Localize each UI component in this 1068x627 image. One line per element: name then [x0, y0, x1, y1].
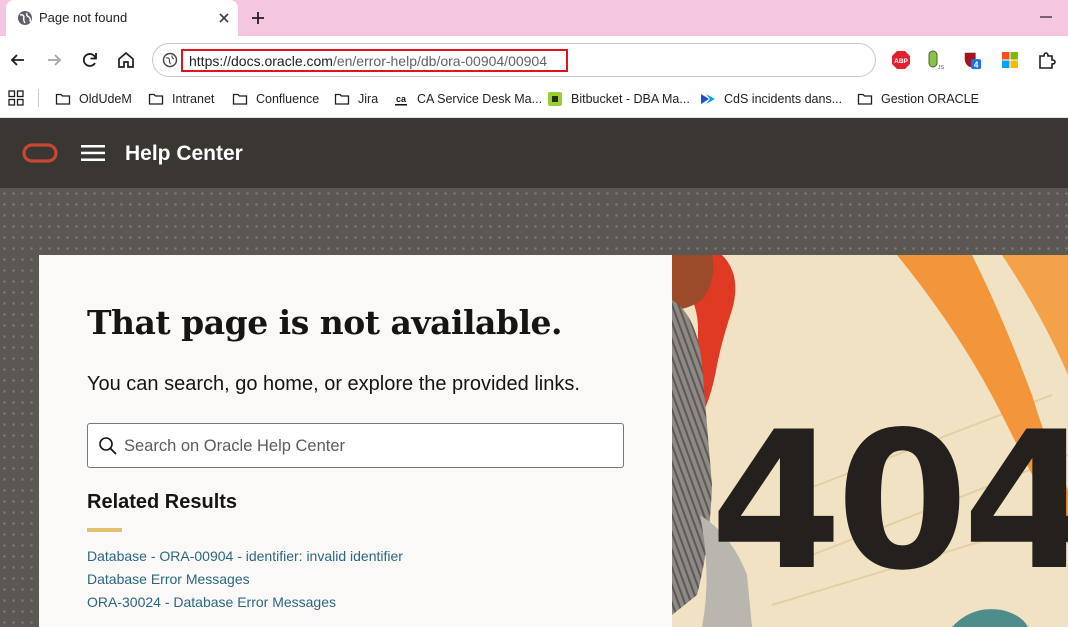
bookmark-label: OldUdeM: [79, 92, 132, 106]
bookmark-intranet[interactable]: Intranet: [148, 89, 214, 109]
svg-text:4: 4: [974, 60, 979, 69]
bookmarks-bar: OldUdeM Intranet Confluence Jira ca CA S…: [0, 84, 1068, 118]
search-icon: [99, 437, 117, 455]
minimize-window-icon[interactable]: [1036, 9, 1056, 25]
svg-text:JS: JS: [938, 65, 945, 70]
bookmark-ca-service-desk[interactable]: ca CA Service Desk Ma...: [393, 89, 542, 109]
related-link-ora-30024[interactable]: ORA-30024 - Database Error Messages: [87, 594, 336, 610]
list-item: ORA-30024 - Database Error Messages: [87, 594, 403, 617]
related-results-accent-bar: [87, 528, 122, 532]
url-path: /en/error-help/db/ora-00904/00904: [332, 53, 547, 69]
bookmark-label: Intranet: [172, 92, 215, 106]
bookmark-jira[interactable]: Jira: [334, 89, 378, 109]
shield-extension-icon[interactable]: 4: [962, 50, 982, 70]
tab-strip: Page not found: [0, 0, 1068, 36]
bookmark-label: Bitbucket - DBA Ma...: [571, 92, 690, 106]
help-center-title[interactable]: Help Center: [125, 142, 243, 166]
close-tab-icon[interactable]: [215, 9, 233, 27]
folder-icon: [334, 93, 350, 105]
site-info-icon[interactable]: [162, 52, 178, 68]
search-input[interactable]: [124, 433, 604, 459]
related-link-database-error-messages[interactable]: Database Error Messages: [87, 571, 250, 587]
related-results-list: Database - ORA-00904 - identifier: inval…: [87, 548, 403, 617]
bookmark-confluence[interactable]: Confluence: [232, 89, 319, 109]
tab-title: Page not found: [39, 10, 128, 25]
oracle-logo-icon[interactable]: [22, 143, 58, 163]
svg-text:ca: ca: [396, 94, 407, 104]
apps-grid-icon[interactable]: [8, 90, 24, 106]
svg-text:ABP: ABP: [894, 58, 908, 65]
bitbucket-icon: [548, 92, 562, 106]
ca-icon: ca: [394, 92, 408, 106]
page-subtitle: You can search, go home, or explore the …: [87, 373, 580, 395]
bookmark-bitbucket[interactable]: Bitbucket - DBA Ma...: [547, 89, 690, 109]
404-illustration: 404: [672, 255, 1068, 627]
browser-toolbar: https://docs.oracle.com/en/error-help/db…: [0, 36, 1068, 84]
404-text: 404: [710, 391, 1068, 612]
url-host: https://docs.oracle.com: [189, 53, 333, 69]
tab-page-not-found[interactable]: Page not found: [6, 0, 238, 36]
bookmark-label: CA Service Desk Ma...: [417, 92, 543, 106]
list-item: Database Error Messages: [87, 571, 403, 594]
adblock-plus-icon[interactable]: ABP: [891, 50, 911, 70]
new-tab-icon[interactable]: [248, 8, 268, 28]
address-bar[interactable]: https://docs.oracle.com/en/error-help/db…: [152, 43, 876, 77]
reload-icon[interactable]: [79, 49, 101, 71]
bookmark-label: Gestion ORACLE: [881, 92, 979, 106]
related-link-ora-00904[interactable]: Database - ORA-00904 - identifier: inval…: [87, 548, 403, 564]
bookmark-label: CdS incidents dans...: [724, 92, 843, 106]
home-icon[interactable]: [115, 49, 137, 71]
related-results-heading: Related Results: [87, 491, 238, 513]
url-text[interactable]: https://docs.oracle.com/en/error-help/db…: [189, 53, 547, 69]
folder-icon: [148, 93, 164, 105]
search-box[interactable]: [87, 423, 624, 468]
list-item: Database - ORA-00904 - identifier: inval…: [87, 548, 403, 571]
forward-icon[interactable]: [43, 49, 65, 71]
site-header: Help Center: [0, 118, 1068, 188]
node-js-extension-icon[interactable]: JS: [926, 50, 946, 70]
url-highlight-box: https://docs.oracle.com/en/error-help/db…: [181, 49, 568, 72]
bookmark-gestion-oracle[interactable]: Gestion ORACLE: [857, 89, 979, 109]
folder-icon: [55, 93, 71, 105]
bookmark-oldudem[interactable]: OldUdeM: [55, 89, 132, 109]
extensions-puzzle-icon[interactable]: [1036, 50, 1056, 70]
cds-icon: [701, 94, 715, 104]
microsoft-icon[interactable]: [1000, 50, 1020, 70]
bookmarks-separator: [38, 89, 39, 107]
error-card: That page is not available. You can sear…: [39, 255, 672, 627]
back-icon[interactable]: [7, 49, 29, 71]
folder-icon: [232, 93, 248, 105]
bookmark-label: Jira: [358, 92, 379, 106]
page-title: That page is not available.: [87, 303, 563, 342]
bookmark-cds-incidents[interactable]: CdS incidents dans...: [700, 89, 842, 109]
folder-icon: [857, 93, 873, 105]
bookmark-label: Confluence: [256, 92, 320, 106]
menu-icon[interactable]: [81, 144, 105, 162]
globe-icon: [18, 11, 32, 25]
